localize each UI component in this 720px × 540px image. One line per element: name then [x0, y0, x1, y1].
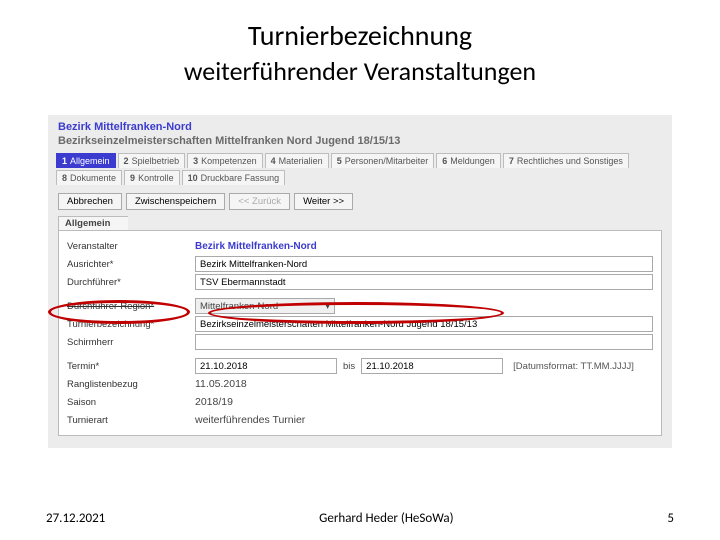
- turnierart-value: weiterführendes Turnier: [195, 414, 305, 426]
- tab-allgemein[interactable]: 1Allgemein: [56, 153, 116, 168]
- slide-title: Turnierbezeichnung: [0, 18, 720, 53]
- tab-label: Personen/Mitarbeiter: [345, 156, 429, 166]
- veranstalter-label: Veranstalter: [67, 241, 195, 252]
- tab-rechtliches[interactable]: 7Rechtliches und Sonstiges: [503, 153, 629, 168]
- turnierbez-label: Turnierbezeichnung*: [67, 319, 195, 330]
- termin-until-word: bis: [343, 361, 355, 372]
- tab-label: Allgemein: [70, 156, 110, 166]
- chevron-down-icon: ▾: [325, 301, 330, 312]
- tab-num: 1: [62, 156, 67, 166]
- durchfuehrer-input[interactable]: [195, 274, 653, 290]
- tab-num: 9: [130, 173, 135, 183]
- saison-label: Saison: [67, 397, 195, 408]
- tab-num: 10: [188, 173, 198, 183]
- app-window: Bezirk Mittelfranken-Nord Bezirkseinzelm…: [48, 115, 672, 448]
- tab-spielbetrieb[interactable]: 2Spielbetrieb: [118, 153, 186, 168]
- tab-num: 7: [509, 156, 514, 166]
- form-general: Veranstalter Bezirk Mittelfranken-Nord A…: [58, 230, 662, 436]
- tab-meldungen[interactable]: 6Meldungen: [436, 153, 501, 168]
- next-button[interactable]: Weiter >>: [294, 193, 353, 210]
- tab-label: Spielbetrieb: [132, 156, 180, 166]
- tab-num: 6: [442, 156, 447, 166]
- tab-kontrolle[interactable]: 9Kontrolle: [124, 170, 180, 185]
- tab-num: 4: [271, 156, 276, 166]
- termin-from-input[interactable]: [195, 358, 337, 374]
- schirmherr-input[interactable]: [195, 334, 653, 350]
- tab-num: 8: [62, 173, 67, 183]
- ausrichter-input[interactable]: [195, 256, 653, 272]
- schirmherr-label: Schirmherr: [67, 337, 195, 348]
- tab-druckbare[interactable]: 10Druckbare Fassung: [182, 170, 286, 185]
- tab-kompetenzen[interactable]: 3Kompetenzen: [187, 153, 263, 168]
- ranglisten-label: Ranglistenbezug: [67, 379, 195, 390]
- footer-author: Gerhard Heder (HeSoWa): [319, 511, 453, 526]
- tab-personen[interactable]: 5Personen/Mitarbeiter: [331, 153, 435, 168]
- durchregion-label: Durchführer-Region*: [67, 301, 195, 312]
- termin-label: Termin*: [67, 361, 195, 372]
- cancel-button[interactable]: Abbrechen: [58, 193, 122, 210]
- back-button: << Zurück: [229, 193, 290, 210]
- save-interim-button[interactable]: Zwischenspeichern: [126, 193, 225, 210]
- footer-date: 27.12.2021: [46, 511, 105, 526]
- termin-format-hint: [Datumsformat: TT.MM.JJJJ]: [513, 361, 634, 372]
- tab-label: Kompetenzen: [201, 156, 257, 166]
- durchregion-select[interactable]: Mittelfranken-Nord ▾: [195, 298, 335, 314]
- tab-num: 5: [337, 156, 342, 166]
- turnierart-label: Turnierart: [67, 415, 195, 426]
- tab-bar: 1Allgemein 2Spielbetrieb 3Kompetenzen 4M…: [48, 149, 672, 185]
- durchregion-value: Mittelfranken-Nord: [200, 301, 278, 312]
- slide-subtitle: weiterführender Veranstaltungen: [0, 55, 720, 87]
- tab-label: Rechtliches und Sonstiges: [517, 156, 623, 166]
- tab-num: 2: [124, 156, 129, 166]
- tab-label: Dokumente: [70, 173, 116, 183]
- tab-dokumente[interactable]: 8Dokumente: [56, 170, 122, 185]
- tab-label: Kontrolle: [138, 173, 174, 183]
- veranstalter-value: Bezirk Mittelfranken-Nord: [195, 241, 317, 252]
- ranglisten-value: 11.05.2018: [195, 378, 247, 390]
- section-allgemein-label: Allgemein: [58, 216, 128, 230]
- ausrichter-label: Ausrichter*: [67, 259, 195, 270]
- durchfuehrer-label: Durchführer*: [67, 277, 195, 288]
- footer-page: 5: [667, 511, 674, 526]
- header-region: Bezirk Mittelfranken-Nord: [58, 121, 662, 133]
- termin-to-input[interactable]: [361, 358, 503, 374]
- header-tournament: Bezirkseinzelmeisterschaften Mittelfrank…: [58, 135, 662, 147]
- tab-num: 3: [193, 156, 198, 166]
- tab-label: Materialien: [279, 156, 323, 166]
- tab-materialien[interactable]: 4Materialien: [265, 153, 329, 168]
- tab-label: Meldungen: [450, 156, 495, 166]
- saison-value: 2018/19: [195, 396, 233, 408]
- turnierbez-input[interactable]: [195, 316, 653, 332]
- tab-label: Druckbare Fassung: [201, 173, 280, 183]
